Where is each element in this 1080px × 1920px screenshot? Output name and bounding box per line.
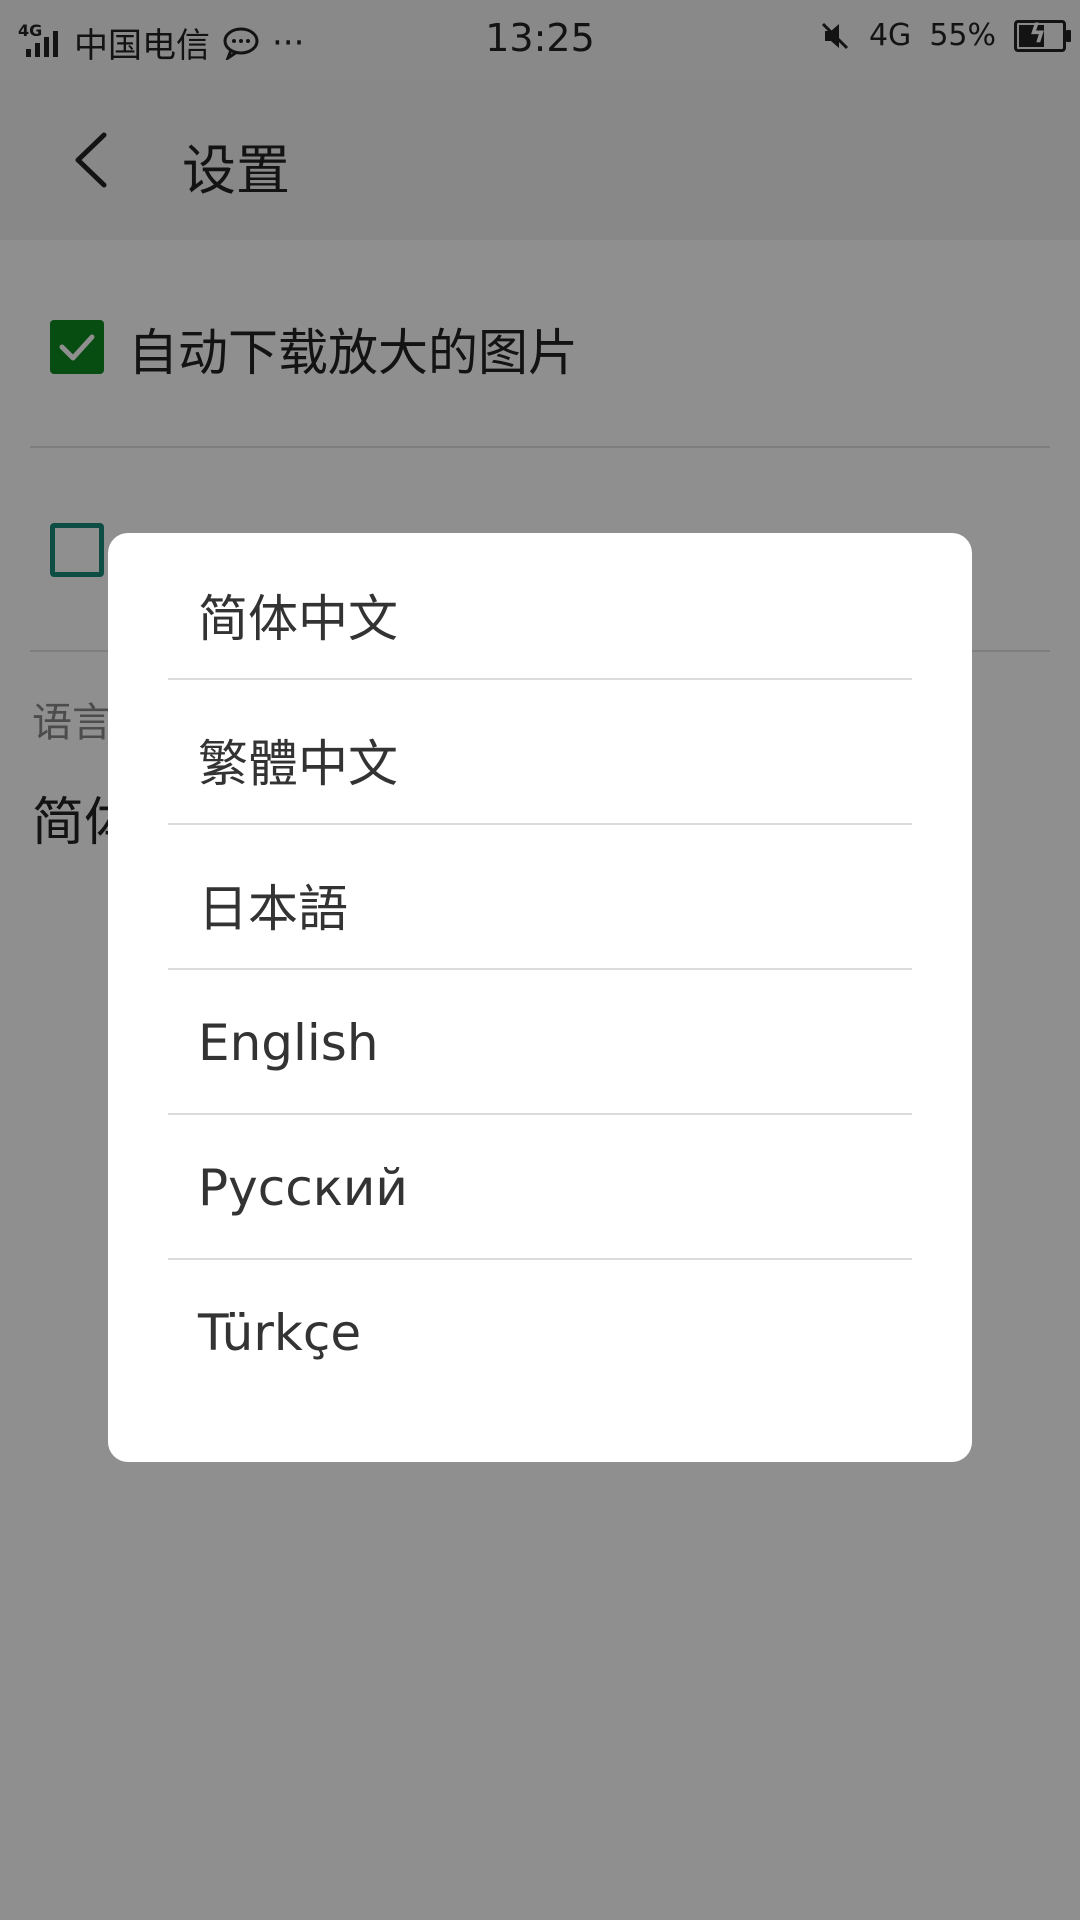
language-option-label: Türkçe	[198, 1304, 362, 1362]
language-option-label: Русский	[198, 1159, 408, 1217]
language-option-zh-hans[interactable]: 简体中文	[168, 535, 912, 680]
language-dialog: 简体中文 繁體中文 日本語 English Русский Türkçe	[108, 533, 972, 1462]
language-option-label: English	[198, 1014, 379, 1072]
language-option-label: 简体中文	[198, 590, 398, 648]
language-option-label: 日本語	[198, 880, 348, 938]
language-option-ru[interactable]: Русский	[168, 1115, 912, 1260]
language-option-label: 繁體中文	[198, 735, 398, 793]
language-option-en[interactable]: English	[168, 970, 912, 1115]
language-option-zh-hant[interactable]: 繁體中文	[168, 680, 912, 825]
language-option-tr[interactable]: Türkçe	[168, 1260, 912, 1405]
language-option-ja[interactable]: 日本語	[168, 825, 912, 970]
